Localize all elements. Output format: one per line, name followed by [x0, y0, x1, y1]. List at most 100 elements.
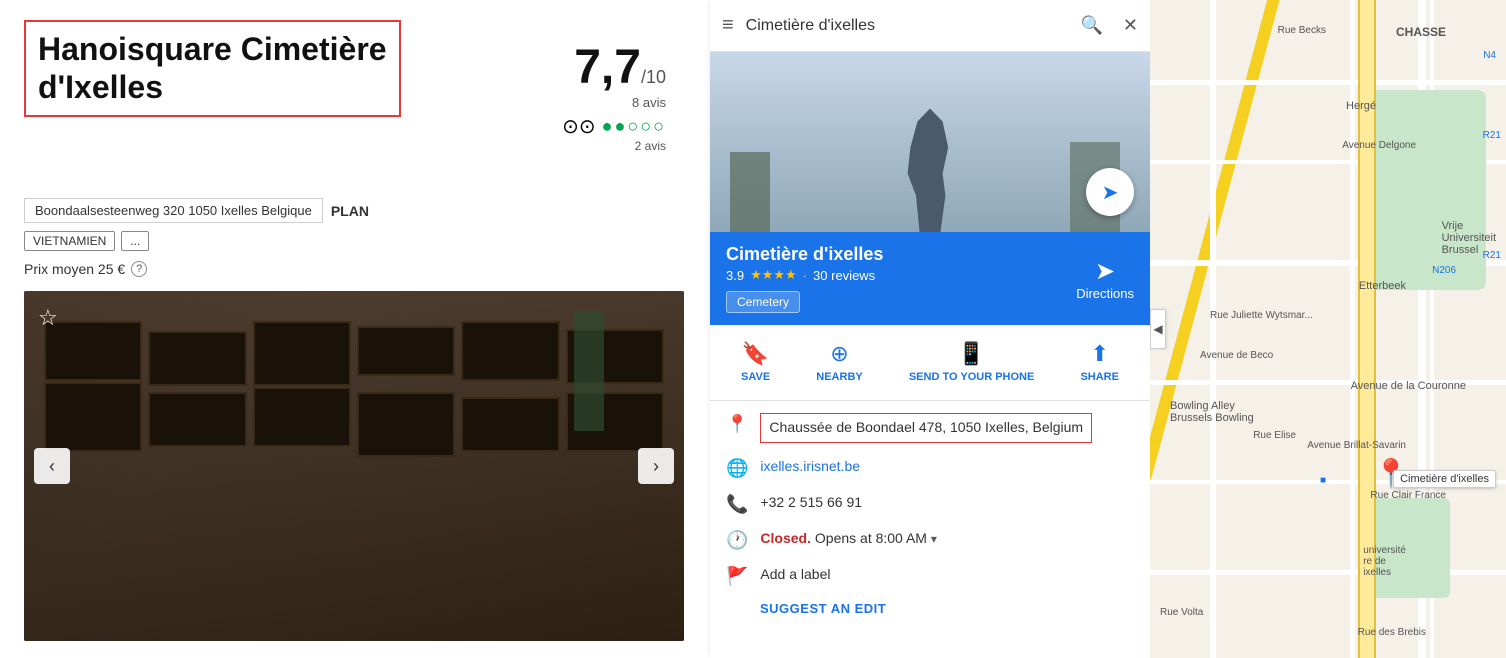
map-blue-square: ■ — [1320, 475, 1326, 486]
actions-row: 🔖 SAVE ⊕ NEARBY 📱 SEND TO YOUR PHONE ⬆ S… — [710, 325, 1150, 401]
google-maps-panel: ≡ 🔍 ✕ ➤ Cimetière d'ixelles 3.9 ★★★★ · 3… — [710, 0, 1150, 658]
place-info-right: ➤ Directions — [1076, 257, 1134, 301]
next-photo-button[interactable]: › — [638, 448, 674, 484]
bookmark-icon: 🔖 — [742, 341, 769, 367]
directions-label: Directions — [1076, 286, 1134, 301]
map-rue-elise: Rue Elise — [1253, 430, 1296, 441]
save-action[interactable]: 🔖 SAVE — [741, 341, 770, 384]
ta-reviews: 2 avis — [562, 139, 666, 153]
plan-link[interactable]: PLAN — [331, 203, 369, 219]
rating-number: 7,7 — [574, 41, 641, 94]
clock-icon: 🕐 — [726, 530, 748, 551]
location-icon: 📍 — [726, 414, 748, 435]
share-action[interactable]: ⬆ SHARE — [1080, 341, 1119, 384]
place-rating: 3.9 — [726, 268, 744, 283]
favorite-button[interactable]: ☆ — [38, 305, 58, 331]
map-street-average-delgone: Avenue Delgone — [1342, 140, 1416, 151]
rating-out-of: /10 — [641, 67, 666, 87]
share-label: SHARE — [1080, 371, 1119, 384]
phone-value: +32 2 515 66 91 — [760, 493, 862, 513]
phone-icon: 📞 — [726, 494, 748, 515]
photo-container: ☆ ‹ › — [24, 291, 684, 641]
send-icon: 📱 — [958, 341, 985, 367]
map-pin-label: Cimetière d'ixelles — [1393, 470, 1496, 488]
search-icon[interactable]: 🔍 — [1080, 15, 1102, 36]
map-universite: universitére deixelles — [1363, 545, 1406, 578]
price-row: Prix moyen 25 € ? — [24, 261, 686, 277]
map-panel: Rue Becks CHASSE N4 R21 Hergé Avenue Del… — [1150, 0, 1506, 658]
place-info-bar: Cimetière d'ixelles 3.9 ★★★★ · 30 review… — [710, 232, 1150, 325]
help-icon[interactable]: ? — [131, 261, 147, 277]
map-area-label-chasse: CHASSE — [1396, 25, 1446, 39]
ta-rating-circles: ●●○○○ — [602, 116, 666, 137]
place-category-tag[interactable]: Cemetery — [726, 291, 800, 313]
map-street-label: Rue Becks — [1278, 25, 1326, 36]
hamburger-icon[interactable]: ≡ — [722, 14, 734, 37]
prev-photo-button[interactable]: ‹ — [34, 448, 70, 484]
place-rating-row: 3.9 ★★★★ · 30 reviews — [726, 267, 883, 283]
save-label: SAVE — [741, 371, 770, 384]
hours-value: Closed. Opens at 8:00 AM ▾ — [760, 529, 936, 549]
map-avenue-brillat: Avenue Brillat-Savarin — [1307, 440, 1406, 451]
title-line1: Hanoisquare Cimetière — [38, 31, 387, 67]
hours-chevron-icon[interactable]: ▾ — [931, 532, 937, 546]
nearby-label: NEARBY — [816, 371, 862, 384]
add-label-text[interactable]: Add a label — [760, 565, 830, 585]
left-panel: Hanoisquare Cimetière d'Ixelles 7,7/10 8… — [0, 0, 710, 658]
globe-icon: 🌐 — [726, 458, 748, 479]
send-phone-action[interactable]: 📱 SEND TO YOUR PHONE — [909, 341, 1035, 384]
status-open-time: Opens at 8:00 AM — [815, 530, 927, 546]
collapse-panel-button[interactable]: ◀ — [1150, 309, 1166, 349]
tag-more[interactable]: ... — [121, 231, 149, 251]
map-area-label-herge: Hergé — [1346, 100, 1376, 112]
map-avenue-beco: Avenue de Beco — [1200, 350, 1273, 361]
tag-vietnamien[interactable]: VIETNAMIEN — [24, 231, 115, 251]
suggest-edit-button[interactable]: SUGGEST AN EDIT — [726, 601, 886, 616]
phone-detail-row: 📞 +32 2 515 66 91 — [726, 493, 1134, 515]
map-area-etterbeek: Etterbeek — [1359, 280, 1406, 292]
place-name: Cimetière d'ixelles — [726, 244, 883, 265]
map-road-label-n206: N206 — [1432, 265, 1456, 276]
map-rue-brebis: Rue des Brebis — [1358, 627, 1426, 638]
review-count: 8 avis — [562, 95, 666, 110]
status-closed: Closed. — [760, 530, 811, 546]
share-icon: ⬆ — [1090, 341, 1108, 367]
hotel-title-box: Hanoisquare Cimetière d'Ixelles — [24, 20, 401, 117]
address-detail: Chaussée de Boondael 478, 1050 Ixelles, … — [760, 413, 1092, 443]
hotel-title: Hanoisquare Cimetière d'Ixelles — [38, 30, 387, 107]
review-count: 30 reviews — [813, 268, 875, 283]
address-text: Boondaalsesteenweg 320 1050 Ixelles Belg… — [24, 198, 323, 223]
tripadvisor-logo: ⊙⊙ — [562, 114, 596, 139]
flag-icon: 🚩 — [726, 566, 748, 587]
map-road-label-r21-2: R21 — [1483, 250, 1501, 261]
tripadvisor-row: ⊙⊙ ●●○○○ — [562, 114, 666, 139]
address-detail-row: 📍 Chaussée de Boondael 478, 1050 Ixelles… — [726, 413, 1134, 443]
map-rue-clair: Rue Clair France — [1370, 490, 1446, 501]
directions-fab-button[interactable]: ➤ — [1086, 168, 1134, 216]
photo-bg — [24, 291, 684, 641]
details-section: 📍 Chaussée de Boondael 478, 1050 Ixelles… — [710, 401, 1150, 658]
nearby-icon: ⊕ — [830, 341, 848, 367]
map-avenue-couronne: Avenue de la Couronne — [1351, 380, 1466, 392]
map-background: Rue Becks CHASSE N4 R21 Hergé Avenue Del… — [1150, 0, 1506, 658]
search-input[interactable] — [746, 17, 1069, 35]
map-street-juliette: Rue Juliette Wytsmar... — [1210, 310, 1313, 321]
map-rue-volta: Rue Volta — [1160, 607, 1203, 618]
hours-detail-row: 🕐 Closed. Opens at 8:00 AM ▾ — [726, 529, 1134, 551]
price-label: Prix moyen 25 € — [24, 261, 125, 277]
nearby-action[interactable]: ⊕ NEARBY — [816, 341, 862, 384]
address-row: Boondaalsesteenweg 320 1050 Ixelles Belg… — [24, 198, 686, 223]
place-tag-row: Cemetery — [726, 283, 883, 313]
place-info-left: Cimetière d'ixelles 3.9 ★★★★ · 30 review… — [726, 244, 883, 313]
rating-block: 7,7/10 8 avis ⊙⊙ ●●○○○ 2 avis — [562, 40, 666, 153]
photo-overlay — [24, 291, 684, 641]
tags-row: VIETNAMIEN ... — [24, 231, 686, 251]
map-road-label-r21: R21 — [1483, 130, 1501, 141]
gmap-header: ≡ 🔍 ✕ — [710, 0, 1150, 52]
label-detail-row: 🚩 Add a label — [726, 565, 1134, 587]
park-area — [1366, 90, 1486, 290]
website-link[interactable]: ixelles.irisnet.be — [760, 457, 860, 477]
bowling-alley: Bowling AlleyBrussels Bowling — [1170, 400, 1254, 424]
close-icon[interactable]: ✕ — [1123, 15, 1138, 36]
title-line2: d'Ixelles — [38, 69, 163, 105]
